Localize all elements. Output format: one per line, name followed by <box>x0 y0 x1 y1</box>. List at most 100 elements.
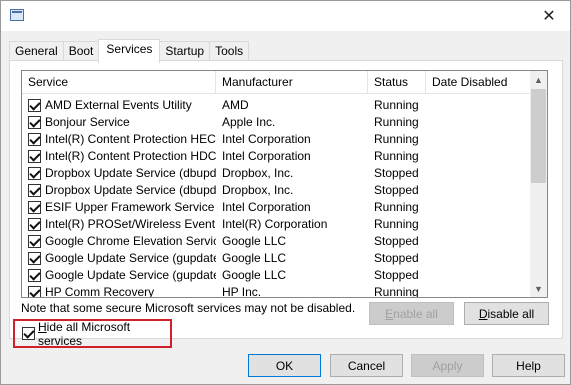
hide-microsoft-services-highlight[interactable]: Hide all Microsoft services <box>13 319 172 348</box>
service-cell: HP Comm Recovery <box>22 284 216 298</box>
ok-button[interactable]: OK <box>248 354 321 377</box>
status-cell: Stopped <box>374 183 419 197</box>
status-cell: Stopped <box>374 268 419 282</box>
service-checkbox[interactable] <box>28 201 41 214</box>
hide-microsoft-services-checkbox[interactable] <box>22 327 35 340</box>
service-checkbox[interactable] <box>28 286 41 297</box>
service-checkbox[interactable] <box>28 184 41 197</box>
vertical-scrollbar[interactable]: ▲ ▼ <box>530 71 547 297</box>
service-cell: Google Chrome Elevation Service <box>22 233 216 250</box>
table-row[interactable]: AMD External Events Utility AMD Running <box>22 97 531 114</box>
column-header-date-disabled[interactable]: Date Disabled <box>426 71 531 93</box>
status-cell: Running <box>374 200 419 214</box>
manufacturer-cell: Google LLC <box>222 234 287 248</box>
date-disabled-cell <box>426 97 531 114</box>
status-cell: Running <box>374 217 419 231</box>
apply-button[interactable]: Apply <box>411 354 484 377</box>
service-name: Intel(R) Content Protection HEC... <box>45 132 216 146</box>
secure-services-note: Note that some secure Microsoft services… <box>21 301 356 315</box>
column-header-manufacturer[interactable]: Manufacturer <box>216 71 368 93</box>
manufacturer-cell: Google LLC <box>222 251 287 265</box>
status-cell: Running <box>374 115 419 129</box>
service-checkbox[interactable] <box>28 218 41 231</box>
service-name: Google Update Service (gupdate) <box>45 251 216 265</box>
service-cell: Intel(R) Content Protection HDC... <box>22 148 216 165</box>
table-row[interactable]: Bonjour Service Apple Inc. Running <box>22 114 531 131</box>
status-cell: Stopped <box>374 166 419 180</box>
manufacturer-cell: Dropbox, Inc. <box>222 183 294 197</box>
status-cell: Stopped <box>374 251 419 265</box>
date-disabled-cell <box>426 165 531 182</box>
service-name: Google Chrome Elevation Service <box>45 234 216 248</box>
service-checkbox[interactable] <box>28 116 41 129</box>
status-cell: Running <box>374 98 419 112</box>
table-row[interactable]: Dropbox Update Service (dbupd... Dropbox,… <box>22 165 531 182</box>
hide-microsoft-services-label[interactable]: Hide all Microsoft services <box>38 320 170 348</box>
scrollbar-thumb[interactable] <box>531 89 546 183</box>
service-cell: Google Update Service (gupdate) <box>22 250 216 267</box>
manufacturer-cell: Intel(R) Corporation <box>222 217 328 231</box>
date-disabled-cell <box>426 250 531 267</box>
service-name: ESIF Upper Framework Service <box>45 200 215 214</box>
services-list[interactable]: Service Manufacturer Status Date Disable… <box>21 70 548 298</box>
service-name: Dropbox Update Service (dbupd... <box>45 183 216 197</box>
manufacturer-cell: Intel Corporation <box>222 200 311 214</box>
date-disabled-cell <box>426 114 531 131</box>
table-row[interactable]: Google Update Service (gupdate) Google LL… <box>22 250 531 267</box>
table-row[interactable]: ESIF Upper Framework Service Intel Corpor… <box>22 199 531 216</box>
service-checkbox[interactable] <box>28 99 41 112</box>
service-checkbox[interactable] <box>28 269 41 282</box>
manufacturer-cell: Intel Corporation <box>222 132 311 146</box>
table-row[interactable]: Google Chrome Elevation Service Google LL… <box>22 233 531 250</box>
date-disabled-cell <box>426 216 531 233</box>
scroll-down-arrow-icon[interactable]: ▼ <box>530 280 547 297</box>
table-row[interactable]: Dropbox Update Service (dbupd... Dropbox,… <box>22 182 531 199</box>
system-configuration-window: ✕ General Boot Services Startup Tools Servic… <box>0 0 571 385</box>
service-name: HP Comm Recovery <box>45 285 155 298</box>
column-header-status[interactable]: Status <box>368 71 426 93</box>
help-button[interactable]: Help <box>492 354 565 377</box>
manufacturer-cell: Apple Inc. <box>222 115 276 129</box>
tab-tools[interactable]: Tools <box>209 41 250 62</box>
close-icon[interactable]: ✕ <box>534 3 564 29</box>
tab-boot[interactable]: Boot <box>62 41 100 62</box>
service-checkbox[interactable] <box>28 252 41 265</box>
list-header: Service Manufacturer Status Date Disable… <box>22 71 531 94</box>
column-header-service[interactable]: Service <box>22 71 216 93</box>
service-checkbox[interactable] <box>28 150 41 163</box>
table-row[interactable]: HP Comm Recovery HP Inc. Running <box>22 284 531 298</box>
date-disabled-cell <box>426 284 531 297</box>
msconfig-app-icon <box>10 9 24 21</box>
service-name: Google Update Service (gupdatem) <box>45 268 216 282</box>
manufacturer-cell: Google LLC <box>222 268 287 282</box>
table-row[interactable]: Intel(R) PROSet/Wireless Event ... Intel(… <box>22 216 531 233</box>
date-disabled-cell <box>426 182 531 199</box>
service-checkbox[interactable] <box>28 167 41 180</box>
table-row[interactable]: Intel(R) Content Protection HEC... Intel … <box>22 131 531 148</box>
table-row[interactable]: Google Update Service (gupdatem) Google L… <box>22 267 531 284</box>
date-disabled-cell <box>426 267 531 284</box>
enable-all-button[interactable]: Enable all <box>369 302 454 325</box>
scroll-up-arrow-icon[interactable]: ▲ <box>530 71 547 88</box>
tab-startup[interactable]: Startup <box>159 41 211 62</box>
service-name: Bonjour Service <box>45 115 130 129</box>
service-cell: Dropbox Update Service (dbupd... <box>22 182 216 199</box>
table-row[interactable]: Intel(R) Content Protection HDC... Intel … <box>22 148 531 165</box>
service-name: Dropbox Update Service (dbupd... <box>45 166 216 180</box>
manufacturer-cell: Dropbox, Inc. <box>222 166 294 180</box>
disable-all-button[interactable]: Disable all <box>464 302 549 325</box>
service-rows: AMD External Events Utility AMD Running Bon… <box>22 97 531 298</box>
tab-services[interactable]: Services <box>98 39 161 63</box>
services-panel: Service Manufacturer Status Date Disable… <box>9 60 563 348</box>
service-cell: ESIF Upper Framework Service <box>22 199 216 216</box>
tab-general[interactable]: General <box>9 41 64 62</box>
service-name: Intel(R) PROSet/Wireless Event ... <box>45 217 216 231</box>
service-cell: Intel(R) PROSet/Wireless Event ... <box>22 216 216 233</box>
status-cell: Running <box>374 132 419 146</box>
service-checkbox[interactable] <box>28 133 41 146</box>
cancel-button[interactable]: Cancel <box>330 354 403 377</box>
service-checkbox[interactable] <box>28 235 41 248</box>
manufacturer-cell: HP Inc. <box>222 285 262 298</box>
service-name: Intel(R) Content Protection HDC... <box>45 149 216 163</box>
service-cell: Bonjour Service <box>22 114 216 131</box>
